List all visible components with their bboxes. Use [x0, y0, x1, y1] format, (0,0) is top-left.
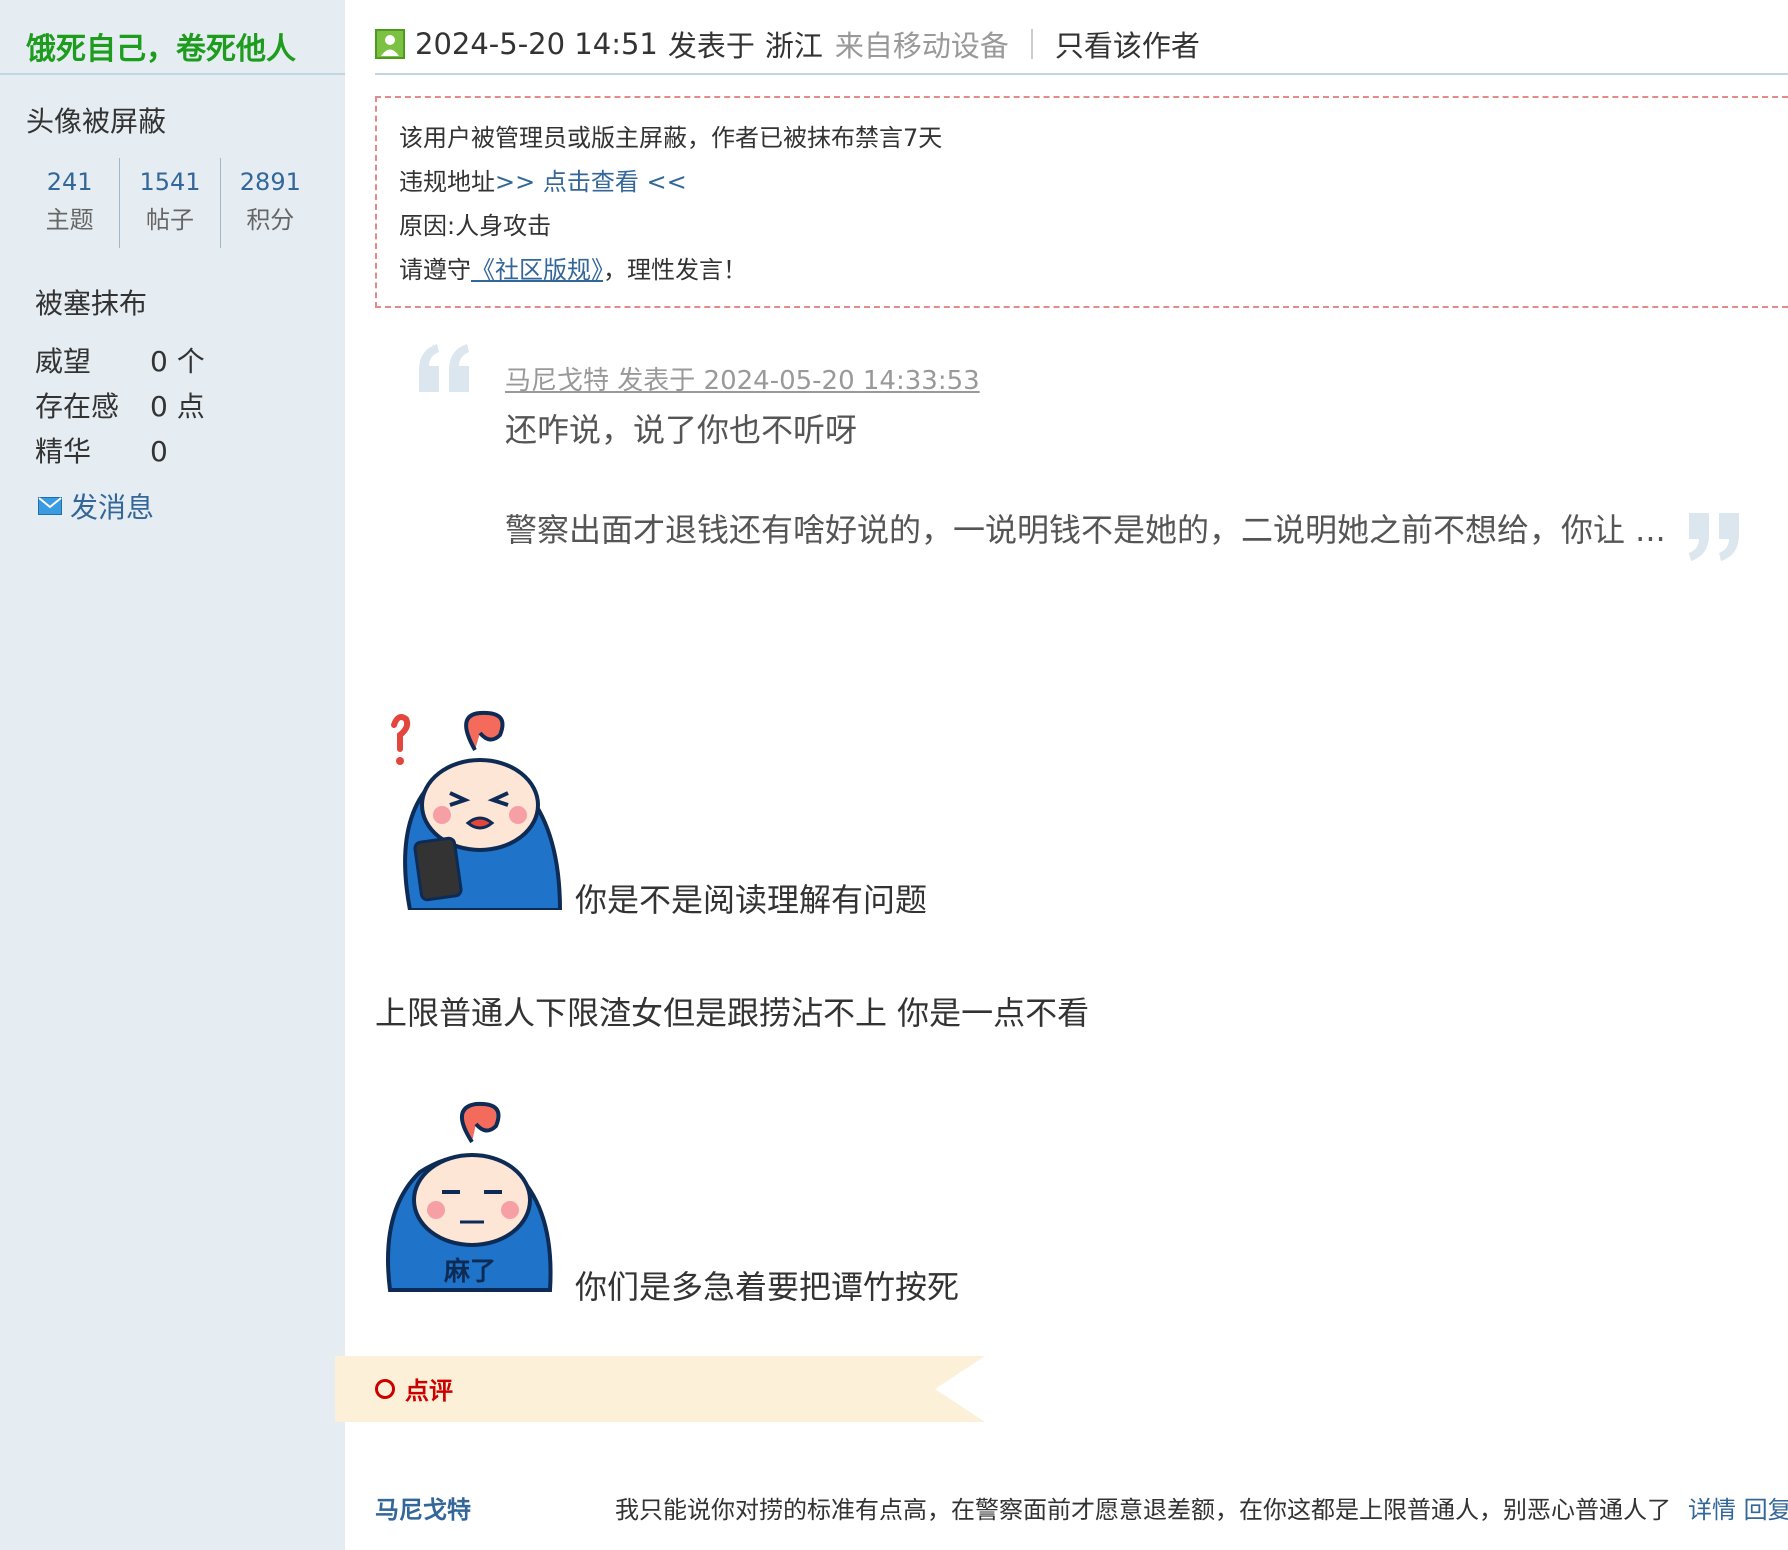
notice-reason: 原因:人身攻击	[399, 212, 552, 240]
post-text: 你是不是阅读理解有问题	[575, 881, 928, 919]
mail-icon	[38, 497, 62, 515]
sticker-numb: 麻了	[386, 1101, 553, 1292]
post-location: 浙江	[764, 29, 823, 63]
notice-line: 该用户被管理员或版主屏蔽，作者已被抹布禁言7天	[399, 124, 943, 152]
detail-value: 0	[150, 435, 168, 468]
violation-link[interactable]: >> 点击查看 <<	[495, 168, 687, 196]
only-author-link[interactable]: 只看该作者	[1055, 23, 1200, 65]
detail-digest: 精华 0	[35, 430, 168, 470]
stat-posts[interactable]: 1541 帖子	[119, 158, 219, 248]
post-device: 来自移动设备	[834, 29, 1009, 63]
comment-user[interactable]: 马尼戈特	[375, 1490, 471, 1525]
quote-line: 还咋说，说了你也不听呀	[505, 411, 858, 449]
post-meta: 2024-5-20 14:51 发表于 浙江 来自移动设备 只看该作者	[375, 24, 1200, 64]
user-group: 被塞抹布	[35, 287, 148, 320]
meta-divider	[375, 73, 1788, 75]
online-status-icon	[375, 29, 405, 59]
sticker-caption: 麻了	[443, 1257, 496, 1287]
post-text: 上限普通人下限渣女但是跟捞沾不上 你是一点不看	[375, 994, 1090, 1032]
send-message-link[interactable]: 发消息	[38, 486, 154, 526]
notice-line: 违规地址>> 点击查看 <<	[399, 162, 687, 197]
review-circle-icon	[375, 1378, 395, 1399]
stat-topics[interactable]: 241 主题	[20, 158, 119, 248]
stat-value: 1541	[139, 168, 201, 196]
avatar-blocked-text: 头像被屏蔽	[26, 105, 167, 138]
detail-presence: 存在感 0 点	[35, 385, 205, 425]
sidebar-divider	[0, 73, 345, 75]
meta-separator	[1030, 29, 1033, 59]
sticker-confused-phone	[391, 710, 563, 910]
notice-label: 请遵守	[399, 256, 471, 284]
review-label: 点评	[405, 1377, 453, 1405]
user-sidebar: 饿死自己，卷死他人 头像被屏蔽 241 主题 1541 帖子 2891 积分 被…	[0, 0, 345, 1550]
username[interactable]: 饿死自己，卷死他人	[26, 24, 296, 68]
stat-label: 主题	[45, 206, 94, 234]
post-main: 2024-5-20 14:51 发表于 浙江 来自移动设备 只看该作者 该用户被…	[335, 0, 1788, 1550]
comment-actions[interactable]: 详情 回复	[1688, 1490, 1788, 1525]
stat-value: 241	[46, 168, 93, 196]
quote-source-link[interactable]: 马尼戈特 发表于 2024-05-20 14:33:53	[505, 360, 980, 397]
stat-label: 积分	[246, 206, 295, 234]
posted-at-label: 发表于	[667, 29, 755, 63]
notice-line: 请遵守《社区版规》，理性发言！	[399, 250, 747, 285]
notice-suffix: ，理性发言！	[603, 256, 747, 284]
quote-close-icon	[1689, 513, 1739, 561]
post-datetime: 2024-5-20 14:51	[415, 27, 658, 61]
send-message-label: 发消息	[70, 491, 155, 524]
stat-value: 2891	[239, 168, 301, 196]
review-header: 点评	[375, 1371, 453, 1406]
comment-text: 我只能说你对捞的标准有点高，在警察面前才愿意退差额，在你这都是上限普通人，别恶心…	[615, 1496, 1671, 1524]
quote-open-icon	[419, 344, 469, 392]
ban-notice: 该用户被管理员或版主屏蔽，作者已被抹布禁言7天 违规地址>> 点击查看 << 原…	[375, 96, 1788, 308]
rules-link[interactable]: 《社区版规》	[471, 256, 603, 284]
detail-label: 存在感	[35, 390, 120, 423]
detail-value: 0 个	[150, 345, 205, 378]
detail-label: 威望	[35, 345, 92, 378]
quote-line: 警察出面才退钱还有啥好说的，一说明钱不是她的，二说明她之前不想给，你让 ...	[505, 511, 1666, 549]
detail-label: 精华	[35, 435, 92, 468]
detail-value: 0 点	[150, 390, 205, 423]
user-stats: 241 主题 1541 帖子 2891 积分	[20, 158, 320, 248]
stat-credits[interactable]: 2891 积分	[219, 158, 320, 248]
stat-label: 帖子	[145, 206, 194, 234]
notice-label: 违规地址	[399, 168, 495, 196]
detail-prestige: 威望 0 个	[35, 340, 205, 380]
post-text: 你们是多急着要把谭竹按死	[575, 1268, 960, 1306]
